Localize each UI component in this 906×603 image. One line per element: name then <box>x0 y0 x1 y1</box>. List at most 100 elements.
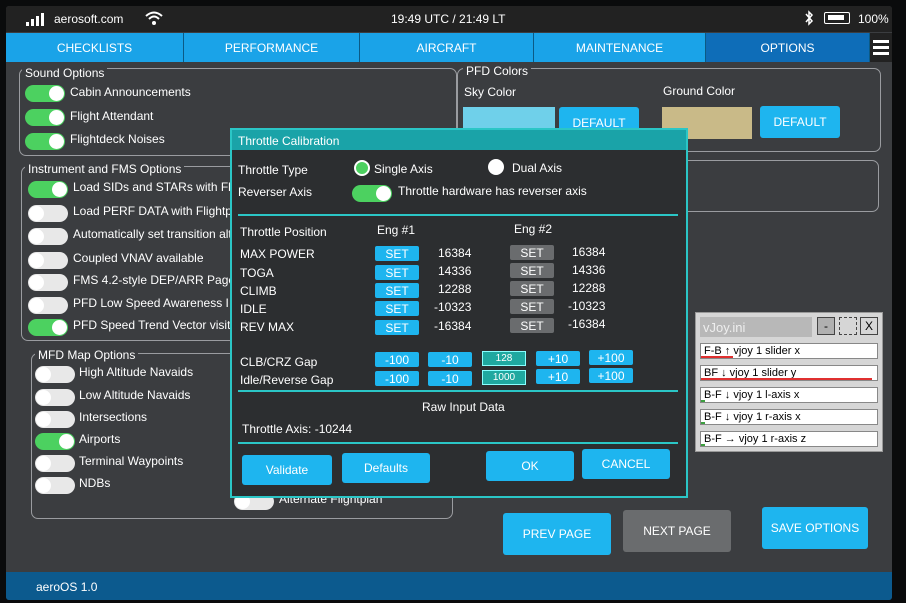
vjoy-row-bar <box>701 400 705 402</box>
next-page-button[interactable]: NEXT PAGE <box>623 510 731 552</box>
eng2-max-power-value: 16384 <box>572 245 606 259</box>
set-eng1-max-power[interactable]: SET <box>375 246 419 261</box>
bluetooth-icon <box>804 10 814 29</box>
pfd-colors-title: PFD Colors <box>463 64 532 78</box>
label-airports: Airports <box>79 432 121 446</box>
vjoy-row-label: B-F ↓ vjoy 1 l-axis x <box>704 389 800 401</box>
main-tabs: CHECKLISTS PERFORMANCE AIRCRAFT MAINTENA… <box>6 33 892 62</box>
set-eng2-idle[interactable]: SET <box>510 299 554 314</box>
tab-checklists[interactable]: CHECKLISTS <box>6 33 184 62</box>
label-ndbs: NDBs <box>79 476 111 490</box>
set-eng1-climb[interactable]: SET <box>375 283 419 298</box>
idle-rev-plus-100[interactable]: +100 <box>589 368 633 383</box>
clb-crz-minus-10[interactable]: -10 <box>428 352 472 367</box>
reverser-axis-label: Reverser Axis <box>238 185 313 199</box>
instrument-options-title: Instrument and FMS Options <box>25 162 185 176</box>
set-eng2-climb[interactable]: SET <box>510 281 554 296</box>
throttle-calibration-dialog: Throttle Calibration Throttle Type Singl… <box>230 128 688 498</box>
extra-options-panel <box>681 160 879 212</box>
toggle-coupled-vnav[interactable] <box>28 252 68 269</box>
toggle-low-alt-navaids[interactable] <box>35 389 75 406</box>
eng2-idle-value: -10323 <box>568 299 606 313</box>
eng2-rev-max-value: -16384 <box>568 317 606 331</box>
toggle-intersections[interactable] <box>35 411 75 428</box>
vjoy-row-bar <box>701 422 705 424</box>
divider <box>238 442 678 444</box>
toggle-high-alt-navaids[interactable] <box>35 366 75 383</box>
eng2-header: Eng #2 <box>514 222 553 236</box>
idle-rev-plus-10[interactable]: +10 <box>536 369 580 384</box>
clb-crz-plus-100[interactable]: +100 <box>589 350 633 365</box>
set-eng1-toga[interactable]: SET <box>375 265 419 280</box>
set-eng1-idle[interactable]: SET <box>375 301 419 316</box>
menu-icon[interactable] <box>870 33 892 62</box>
toggle-speed-trend[interactable] <box>28 319 68 336</box>
eng1-max-power-value: 16384 <box>438 246 472 260</box>
vjoy-title-field: vJoy.ini <box>700 317 812 337</box>
os-version: aeroOS 1.0 <box>36 580 98 594</box>
single-axis-radio[interactable] <box>354 160 370 176</box>
toggle-terminal-waypoints[interactable] <box>35 455 75 472</box>
signal-icon <box>26 12 48 29</box>
label-terminal-waypoints: Terminal Waypoints <box>79 454 184 468</box>
save-options-button[interactable]: SAVE OPTIONS <box>762 507 868 549</box>
pos-label-idle: IDLE <box>240 302 267 316</box>
toggle-fms-dep-arr[interactable] <box>28 274 68 291</box>
vjoy-row-bar <box>701 444 705 446</box>
toggle-transition-alt[interactable] <box>28 228 68 245</box>
defaults-button[interactable]: Defaults <box>342 453 430 483</box>
set-eng2-rev-max[interactable]: SET <box>510 318 554 333</box>
battery-percent: 100% <box>858 12 889 26</box>
set-eng2-toga[interactable]: SET <box>510 263 554 278</box>
set-eng2-max-power[interactable]: SET <box>510 245 554 260</box>
set-eng1-rev-max[interactable]: SET <box>375 320 419 335</box>
throttle-position-header: Throttle Position <box>240 225 327 239</box>
vjoy-row-label: B-F ↓ vjoy 1 r-axis x <box>704 411 801 423</box>
ok-button[interactable]: OK <box>486 451 574 481</box>
minimize-icon[interactable]: - <box>817 317 835 335</box>
idle-rev-minus-10[interactable]: -10 <box>428 371 472 386</box>
label-low-alt-navaids: Low Altitude Navaids <box>79 388 191 402</box>
eng2-climb-value: 12288 <box>572 281 606 295</box>
clock: 19:49 UTC / 21:49 LT <box>391 12 506 26</box>
battery-icon <box>824 12 850 24</box>
raw-throttle-axis: Throttle Axis: -10244 <box>242 422 353 436</box>
toggle-load-perf[interactable] <box>28 205 68 222</box>
tab-options[interactable]: OPTIONS <box>706 33 870 62</box>
ground-default-button[interactable]: DEFAULT <box>760 106 840 138</box>
vjoy-window: vJoy.ini - X F-B ↑ vjoy 1 slider x BF ↓ … <box>695 312 883 452</box>
label-coupled-vnav: Coupled VNAV available <box>73 251 204 265</box>
prev-page-button[interactable]: PREV PAGE <box>503 513 611 555</box>
clb-crz-plus-10[interactable]: +10 <box>536 351 580 366</box>
tab-aircraft[interactable]: AIRCRAFT <box>360 33 534 62</box>
close-icon[interactable]: X <box>860 317 878 335</box>
eng1-climb-value: 12288 <box>438 282 472 296</box>
vjoy-row: B-F ↓ vjoy 1 l-axis x <box>700 387 878 403</box>
toggle-flight-attendant[interactable] <box>25 109 65 126</box>
label-high-alt-navaids: High Altitude Navaids <box>79 365 194 379</box>
tab-maintenance[interactable]: MAINTENANCE <box>534 33 706 62</box>
toggle-load-sids[interactable] <box>28 181 68 198</box>
label-flightdeck-noises: Flightdeck Noises <box>70 132 165 146</box>
toggle-airports[interactable] <box>35 433 75 450</box>
toggle-ndbs[interactable] <box>35 477 75 494</box>
vjoy-row: B-F → vjoy 1 r-axis z <box>700 431 878 447</box>
idle-rev-minus-100[interactable]: -100 <box>375 371 419 386</box>
cancel-button[interactable]: CANCEL <box>582 449 670 479</box>
dual-axis-radio[interactable] <box>488 159 504 175</box>
divider <box>238 390 678 392</box>
toggle-flightdeck-noises[interactable] <box>25 133 65 150</box>
clb-crz-minus-100[interactable]: -100 <box>375 352 419 367</box>
divider <box>238 214 678 216</box>
pos-label-toga: TOGA <box>240 266 274 280</box>
dialog-title-bar: Throttle Calibration <box>232 130 686 150</box>
raw-input-title: Raw Input Data <box>422 400 505 414</box>
toggle-low-speed-awareness[interactable] <box>28 297 68 314</box>
select-icon[interactable] <box>839 317 857 335</box>
label-load-perf: Load PERF DATA with Flightp <box>73 204 232 218</box>
validate-button[interactable]: Validate <box>242 455 332 485</box>
reverser-axis-toggle[interactable] <box>352 185 392 202</box>
tab-performance[interactable]: PERFORMANCE <box>184 33 360 62</box>
toggle-cabin-announcements[interactable] <box>25 85 65 102</box>
vjoy-title: vJoy.ini <box>703 320 746 335</box>
